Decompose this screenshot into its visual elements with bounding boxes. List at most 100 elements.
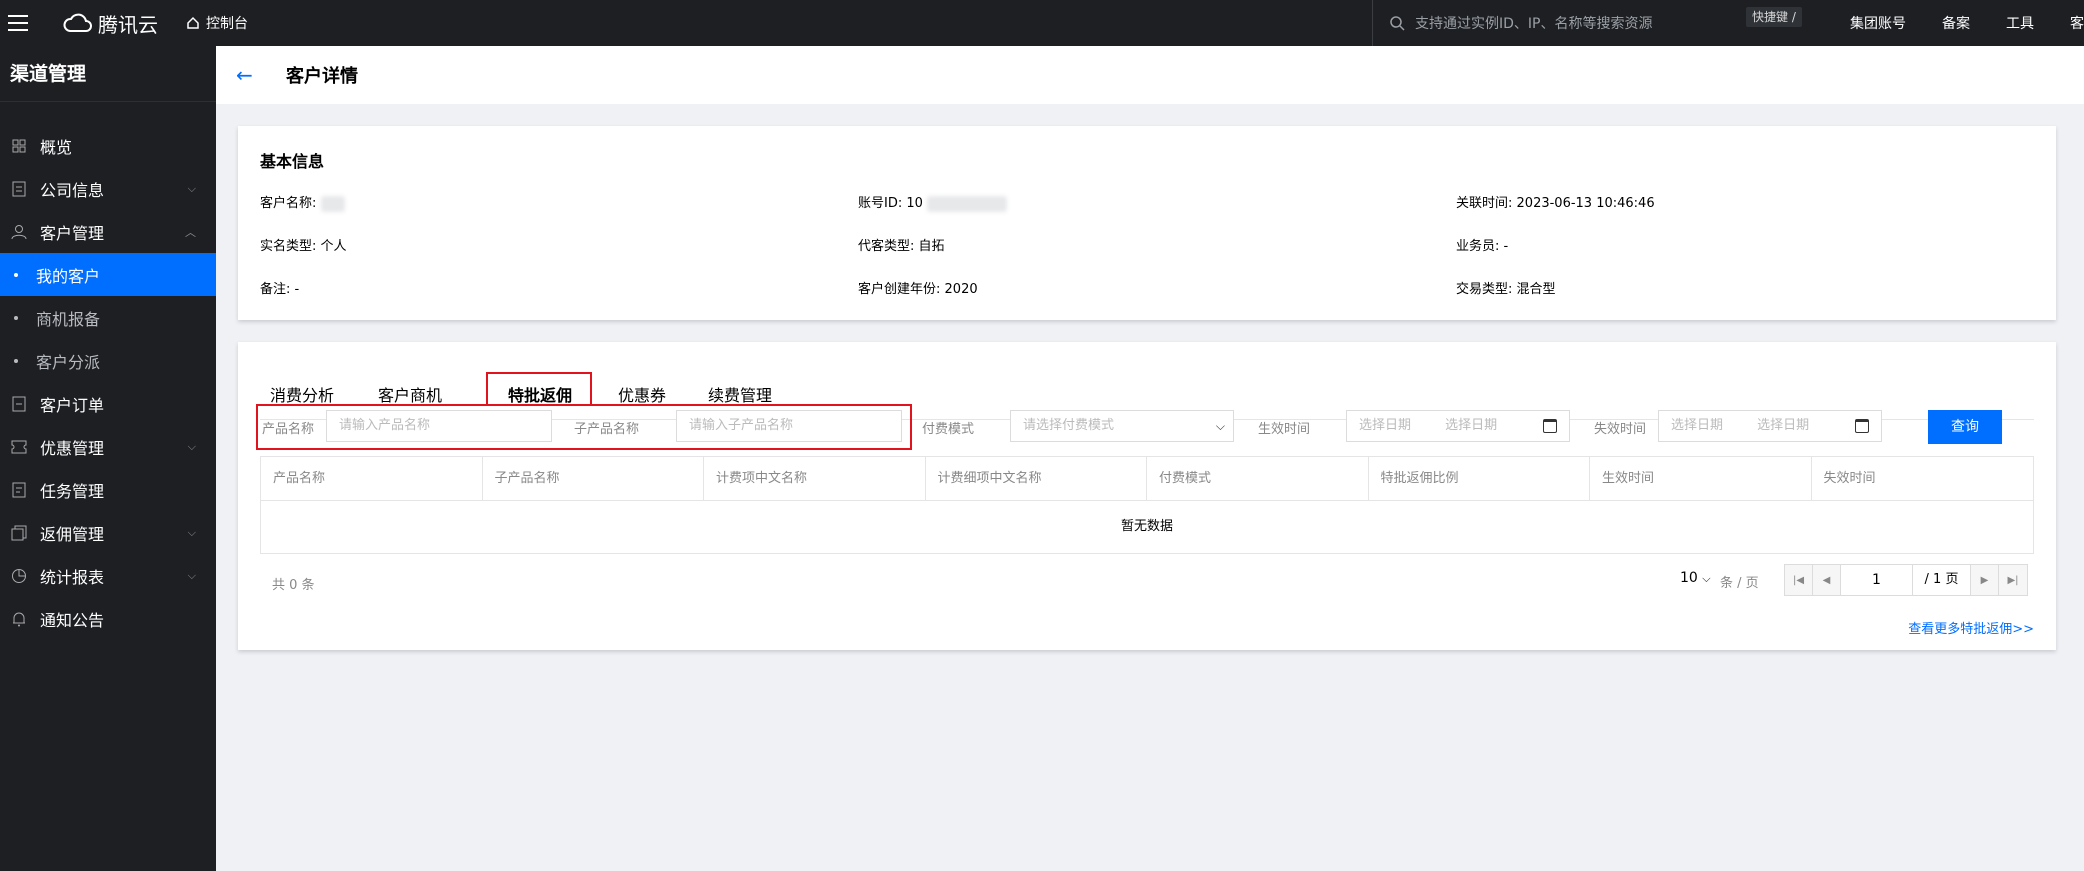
chevron-down-icon: ⌵ — [187, 568, 196, 582]
expire-date-range[interactable]: 选择日期 选择日期 — [1658, 410, 1882, 442]
sidebar-title: 渠道管理 — [0, 46, 216, 102]
pay-mode-placeholder: 请选择付费模式 — [1023, 418, 1115, 433]
sidebar-item-label: 返佣管理 — [40, 524, 105, 544]
create-year-label: 客户创建年份: — [858, 282, 941, 297]
nav-filing[interactable]: 备案 — [1942, 13, 1970, 33]
brand-logo[interactable]: 腾讯云 — [62, 9, 158, 38]
page-size-value: 10 — [1680, 570, 1698, 586]
note-label: 备注: — [260, 282, 291, 297]
page-header: ← 客户详情 — [216, 46, 2084, 104]
bullet-icon — [14, 272, 18, 277]
pay-mode-label: 付费模式 — [922, 422, 975, 437]
sidebar-item-label: 概览 — [40, 137, 73, 157]
link-time-field: 关联时间: 2023-06-13 10:46:46 — [1456, 192, 1655, 211]
pager: |◀ ◀ 1 / 1 页 ▶ ▶| — [1784, 564, 2028, 596]
user-icon — [10, 223, 28, 241]
sidebar-item-customer-management[interactable]: 客户管理 ︿ — [0, 210, 216, 253]
last-page-icon[interactable]: ▶| — [1999, 565, 2027, 595]
trade-type-field: 交易类型: 混合型 — [1456, 278, 1556, 297]
order-icon — [10, 395, 28, 413]
nav-group-account[interactable]: 集团账号 — [1850, 13, 1906, 33]
total-count: 共 0 条 — [272, 578, 315, 593]
sidebar-item-task-management[interactable]: 任务管理 — [0, 468, 216, 511]
account-id-field: 账号ID: 10 — [858, 192, 1008, 212]
table-header: 产品名称 子产品名称 计费项中文名称 计费细项中文名称 付费模式 特批返佣比例 … — [261, 457, 2033, 501]
first-page-icon[interactable]: |◀ — [1785, 565, 1813, 595]
chevron-down-icon: ⌵ — [1215, 419, 1225, 433]
create-year-value: 2020 — [944, 282, 978, 297]
link-time-label: 关联时间: — [1456, 196, 1513, 211]
sidebar-item-customer-assign[interactable]: 客户分派 — [0, 339, 216, 382]
search-placeholder: 支持通过实例ID、IP、名称等搜索资源 — [1415, 16, 1653, 32]
effective-date-range[interactable]: 选择日期 选择日期 — [1346, 410, 1570, 442]
sidebar-item-notices[interactable]: 通知公告 — [0, 597, 216, 640]
column-header: 计费项中文名称 — [704, 457, 926, 500]
customer-name-redacted — [320, 195, 345, 212]
prev-page-icon[interactable]: ◀ — [1813, 565, 1841, 595]
sidebar: 渠道管理 概览 公司信息 ⌵ 客户管理 ︿ 我的客户 商机报备 客户分派 客户订… — [0, 46, 216, 871]
top-bar: 腾讯云 控制台 支持通过实例ID、IP、名称等搜索资源 快捷键 / 集团账号 备… — [0, 0, 2084, 46]
link-time-value: 2023-06-13 10:46:46 — [1516, 196, 1655, 211]
sidebar-item-label: 公司信息 — [40, 180, 105, 200]
tab-consumption-analysis[interactable]: 消费分析 — [270, 382, 334, 406]
sidebar-item-discount-management[interactable]: 优惠管理 ⌵ — [0, 425, 216, 468]
chevron-down-icon: ⌵ — [187, 181, 196, 195]
query-button[interactable]: 查询 — [1928, 410, 2002, 444]
salesperson-field: 业务员: - — [1456, 235, 1508, 254]
real-name-type-field: 实名类型: 个人 — [260, 235, 347, 254]
page-size-unit: 条 / 页 — [1720, 576, 1759, 591]
sidebar-item-my-customers[interactable]: 我的客户 — [0, 253, 216, 296]
pay-mode-select[interactable]: 请选择付费模式 ⌵ — [1010, 410, 1234, 442]
pie-chart-icon — [10, 567, 28, 585]
basic-info-title: 基本信息 — [260, 152, 325, 171]
sidebar-item-customer-orders[interactable]: 客户订单 — [0, 382, 216, 425]
nav-tools[interactable]: 工具 — [2006, 13, 2034, 33]
task-icon — [10, 481, 28, 499]
agent-type-value: 自拓 — [918, 239, 945, 254]
back-arrow-icon[interactable]: ← — [236, 63, 260, 87]
agent-type-label: 代客类型: — [858, 239, 915, 254]
column-header: 子产品名称 — [483, 457, 704, 500]
console-link[interactable]: 控制台 — [186, 13, 248, 33]
customer-name-field: 客户名称: — [260, 192, 345, 212]
rebate-table: 产品名称 子产品名称 计费项中文名称 计费细项中文名称 付费模式 特批返佣比例 … — [260, 456, 2034, 554]
more-rebates-link[interactable]: 查看更多特批返佣>> — [1908, 618, 2034, 637]
page-number-input[interactable]: 1 — [1841, 565, 1913, 595]
customer-name-label: 客户名称: — [260, 196, 317, 211]
sidebar-item-rebate-management[interactable]: 返佣管理 ⌵ — [0, 511, 216, 554]
sidebar-item-company-info[interactable]: 公司信息 ⌵ — [0, 167, 216, 210]
sidebar-item-label: 统计报表 — [40, 567, 105, 587]
page-title: 客户详情 — [286, 66, 358, 87]
sidebar-item-statistics[interactable]: 统计报表 ⌵ — [0, 554, 216, 597]
trade-type-label: 交易类型: — [1456, 282, 1513, 297]
global-search[interactable]: 支持通过实例ID、IP、名称等搜索资源 — [1372, 0, 1810, 46]
document-icon — [10, 180, 28, 198]
sidebar-item-label: 通知公告 — [40, 610, 105, 630]
page-size-select[interactable]: 10 ⌵ — [1680, 570, 1711, 586]
ticket-icon — [10, 438, 28, 456]
sidebar-item-overview[interactable]: 概览 — [0, 124, 216, 167]
tab-coupons[interactable]: 优惠券 — [618, 382, 666, 406]
sidebar-item-opportunity-report[interactable]: 商机报备 — [0, 296, 216, 339]
tab-renewal-management[interactable]: 续费管理 — [708, 382, 772, 406]
bullet-icon — [14, 358, 18, 363]
column-header: 计费细项中文名称 — [926, 457, 1147, 500]
home-icon — [187, 16, 199, 29]
account-id-value: 10 — [906, 196, 923, 211]
menu-icon[interactable] — [0, 0, 40, 46]
bullet-icon — [14, 315, 18, 320]
chevron-up-icon: ︿ — [185, 225, 196, 239]
empty-state: 暂无数据 — [1120, 519, 1173, 534]
nav-customer-service[interactable]: 客 — [2070, 13, 2084, 33]
account-id-redacted — [927, 195, 1008, 212]
account-id-label: 账号ID: — [858, 196, 903, 211]
column-header: 生效时间 — [1590, 457, 1812, 500]
tab-customer-opportunity[interactable]: 客户商机 — [378, 382, 442, 406]
next-page-icon[interactable]: ▶ — [1971, 565, 1999, 595]
rebate-icon — [10, 524, 28, 542]
basic-info-card: 基本信息 客户名称: 账号ID: 10 关联时间: 2023-06-13 10:… — [238, 126, 2056, 320]
column-header: 特批返佣比例 — [1369, 457, 1590, 500]
tab-highlight-box — [486, 372, 592, 406]
brand-name: 腾讯云 — [98, 12, 158, 37]
chevron-down-icon: ⌵ — [187, 525, 196, 539]
